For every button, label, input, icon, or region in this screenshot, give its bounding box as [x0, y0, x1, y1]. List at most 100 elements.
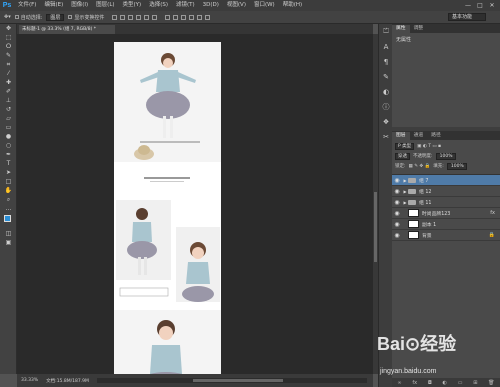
menu-window[interactable]: 窗口(W) — [250, 0, 279, 11]
layer-row[interactable]: ◉ ▶ 组 11 — [392, 197, 500, 208]
eyedropper-tool-icon[interactable]: ⁄ — [0, 69, 17, 78]
eraser-tool-icon[interactable]: ▱ — [0, 114, 17, 123]
document-info[interactable]: 文档:15.8M/187.9M — [42, 378, 93, 384]
delete-layer-icon[interactable]: 🗑 — [488, 380, 494, 386]
layer-row[interactable]: ◉ 时尚品牌123 fx — [392, 208, 500, 219]
distribute-middle-icon[interactable] — [173, 14, 179, 20]
menu-help[interactable]: 帮助(H) — [279, 0, 306, 11]
canvas-area[interactable] — [17, 34, 373, 374]
distribute-top-icon[interactable] — [165, 14, 171, 20]
fill-input[interactable]: 100% — [446, 162, 467, 170]
close-button[interactable]: ✕ — [486, 0, 498, 11]
eye-icon[interactable]: ◉ — [392, 232, 402, 239]
brush-tool-icon[interactable]: ✐ — [0, 87, 17, 96]
crop-tool-icon[interactable]: ⌗ — [0, 60, 17, 69]
zoom-level[interactable]: 33.33% — [17, 378, 42, 383]
hand-tool-icon[interactable]: ✋ — [0, 186, 17, 195]
tool-presets-icon[interactable]: ✂ — [379, 129, 393, 144]
color-swatches[interactable] — [0, 213, 17, 229]
horizontal-scrollbar[interactable] — [97, 378, 367, 383]
layer-row[interactable]: ◉ ▶ 组 7 — [392, 175, 500, 186]
pen-tool-icon[interactable]: ✒ — [0, 150, 17, 159]
tab-adjustments[interactable]: 调整 — [410, 25, 428, 33]
horizontal-scroll-thumb[interactable] — [193, 379, 283, 382]
filter-icons[interactable]: ▣ ◐ T ▭ ▪ — [417, 144, 441, 149]
auto-select-dropdown[interactable]: 图层 — [46, 13, 65, 21]
history-icon[interactable]: ⏍ — [379, 24, 393, 39]
styles-icon[interactable]: ❖ — [379, 114, 393, 129]
stamp-tool-icon[interactable]: ⊥ — [0, 96, 17, 105]
document-tab[interactable]: 未标题-1 @ 33.3% (组 7, RGB/8) * — [19, 25, 115, 34]
info-icon[interactable]: ⓘ — [379, 99, 393, 114]
distribute-bottom-icon[interactable] — [181, 14, 187, 20]
eye-icon[interactable]: ◉ — [392, 210, 402, 217]
fx-badge[interactable]: fx — [490, 210, 495, 216]
distribute-left-icon[interactable] — [189, 14, 195, 20]
history-brush-tool-icon[interactable]: ↺ — [0, 105, 17, 114]
align-right-icon[interactable] — [152, 14, 158, 20]
eye-icon[interactable]: ◉ — [392, 199, 402, 206]
eye-icon[interactable]: ◉ — [392, 177, 402, 184]
document-canvas[interactable] — [114, 42, 221, 374]
path-select-tool-icon[interactable]: ➤ — [0, 168, 17, 177]
menu-file[interactable]: 文件(F) — [14, 0, 40, 11]
move-tool-icon[interactable]: ✥ — [0, 24, 17, 33]
distribute-right-icon[interactable] — [205, 14, 211, 20]
eye-icon[interactable]: ◉ — [392, 221, 402, 228]
menu-select[interactable]: 选择(S) — [145, 0, 172, 11]
quick-mask-icon[interactable]: ◫ — [0, 229, 17, 238]
lock-icons[interactable]: ▦ ✎ ✥ 🔒 — [409, 164, 431, 169]
layer-row[interactable]: ◉ ▶ 组 12 — [392, 186, 500, 197]
more-tools-icon[interactable]: … — [0, 204, 17, 213]
menu-view[interactable]: 视图(V) — [223, 0, 250, 11]
quick-select-tool-icon[interactable]: ✎ — [0, 51, 17, 60]
auto-select-checkbox[interactable]: 自动选择: — [14, 14, 42, 21]
healing-tool-icon[interactable]: ✚ — [0, 78, 17, 87]
dodge-tool-icon[interactable]: ○ — [0, 141, 17, 150]
align-middle-icon[interactable] — [120, 14, 126, 20]
new-group-icon[interactable]: ▭ — [458, 380, 463, 386]
blur-tool-icon[interactable]: ● — [0, 132, 17, 141]
screen-mode-icon[interactable]: ▣ — [0, 238, 17, 247]
eye-icon[interactable]: ◉ — [392, 188, 402, 195]
blend-mode-dropdown[interactable]: 穿透 — [395, 152, 410, 160]
menu-type[interactable]: 类型(Y) — [119, 0, 146, 11]
lasso-tool-icon[interactable]: ⵔ — [0, 42, 17, 51]
align-top-icon[interactable] — [112, 14, 118, 20]
menu-image[interactable]: 图像(I) — [67, 0, 92, 11]
gradient-tool-icon[interactable]: ▭ — [0, 123, 17, 132]
menu-edit[interactable]: 编辑(E) — [40, 0, 67, 11]
new-layer-icon[interactable]: ⊞ — [473, 380, 477, 386]
align-bottom-icon[interactable] — [128, 14, 134, 20]
tab-layers[interactable]: 图层 — [392, 132, 410, 140]
zoom-tool-icon[interactable]: ⌕ — [0, 195, 17, 204]
minimize-button[interactable]: — — [462, 0, 474, 11]
tab-properties[interactable]: 属性 — [392, 25, 410, 33]
type-tool-icon[interactable]: T — [0, 159, 17, 168]
workspace-dropdown[interactable]: 基本功能 — [448, 13, 486, 21]
add-mask-icon[interactable]: ◘ — [428, 380, 432, 386]
foreground-color[interactable] — [4, 215, 11, 222]
align-left-icon[interactable] — [136, 14, 142, 20]
brush-panel-icon[interactable]: ✎ — [379, 69, 393, 84]
menu-3d[interactable]: 3D(D) — [199, 0, 223, 11]
layer-row[interactable]: ◉ 副本 1 — [392, 219, 500, 230]
tab-paths[interactable]: 路径 — [427, 132, 445, 140]
link-layers-icon[interactable]: ∞ — [397, 380, 401, 386]
paragraph-icon[interactable]: ¶ — [379, 54, 393, 69]
adjustments-icon[interactable]: ◐ — [379, 84, 393, 99]
adjustment-layer-icon[interactable]: ◐ — [443, 380, 447, 386]
move-tool-icon[interactable]: ✥▾ — [4, 14, 11, 20]
show-transform-checkbox[interactable]: 显示变换控件 — [68, 14, 104, 21]
add-style-icon[interactable]: fx — [412, 380, 417, 386]
opacity-input[interactable]: 100% — [435, 152, 456, 160]
shape-tool-icon[interactable]: □ — [0, 177, 17, 186]
marquee-tool-icon[interactable]: ⬚ — [0, 33, 17, 42]
menu-layer[interactable]: 图层(L) — [92, 0, 118, 11]
character-icon[interactable]: A — [379, 39, 393, 54]
layer-filter-dropdown[interactable]: P 类型 — [395, 142, 415, 150]
maximize-button[interactable]: □ — [474, 0, 486, 11]
tab-channels[interactable]: 通道 — [410, 132, 428, 140]
align-center-icon[interactable] — [144, 14, 150, 20]
layer-row[interactable]: ◉ 背景 🔒 — [392, 230, 500, 241]
